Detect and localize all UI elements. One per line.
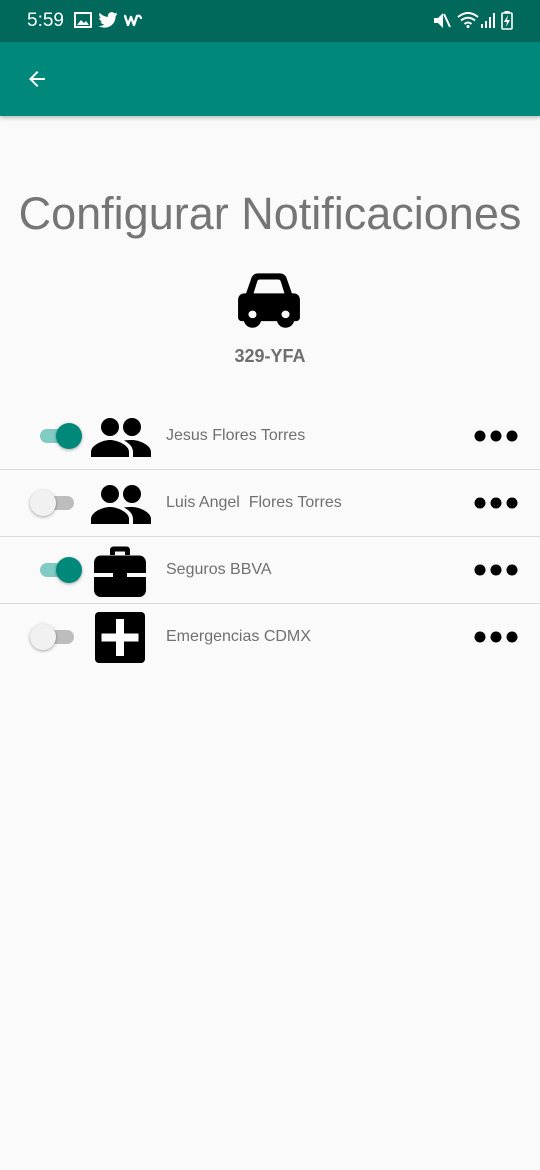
image-icon	[74, 12, 92, 28]
back-button[interactable]	[20, 62, 54, 96]
list-item: Jesus Flores Torres	[0, 403, 540, 470]
list-item: Seguros BBVA	[0, 537, 540, 604]
contact-name: Emergencias CDMX	[166, 628, 311, 645]
notification-toggle[interactable]	[30, 490, 76, 516]
wifi-icon	[457, 12, 479, 28]
medical-kit-icon	[94, 546, 146, 597]
list-item: Emergencias CDMX	[0, 604, 540, 670]
notification-toggle[interactable]	[30, 557, 82, 583]
app-bar	[0, 42, 540, 116]
list-item: Luis Angel Flores Torres	[0, 470, 540, 537]
people-icon	[91, 418, 151, 457]
vibrate-mute-icon	[434, 13, 451, 28]
battery-charging-icon	[501, 11, 513, 30]
toggle-thumb	[30, 490, 56, 516]
vehicle-plate: 329-YFA	[234, 346, 306, 366]
notification-contacts-list: Jesus Flores Torres Luis Angel Flores To…	[0, 403, 540, 670]
more-options-icon[interactable]	[470, 626, 522, 648]
contact-name: Jesus Flores Torres	[166, 427, 306, 444]
toggle-thumb	[56, 423, 82, 449]
contact-name: Luis Angel Flores Torres	[166, 494, 342, 511]
status-bar: 5:59	[0, 0, 540, 42]
more-options-icon[interactable]	[470, 559, 522, 581]
first-aid-icon	[95, 612, 145, 663]
more-options-icon[interactable]	[470, 492, 522, 514]
w-app-icon	[124, 14, 142, 27]
twitter-icon	[98, 12, 118, 28]
more-options-icon[interactable]	[470, 425, 522, 447]
notification-toggle[interactable]	[30, 423, 82, 449]
car-icon	[238, 273, 300, 328]
people-icon	[91, 485, 151, 524]
page-title: Configurar Notificaciones	[18, 188, 522, 239]
status-time: 5:59	[27, 10, 64, 31]
signal-icon	[481, 13, 495, 28]
toggle-thumb	[56, 557, 82, 583]
contact-name: Seguros BBVA	[166, 561, 272, 578]
arrow-back-icon	[29, 71, 45, 87]
notification-toggle[interactable]	[30, 624, 76, 650]
toggle-thumb	[30, 624, 56, 650]
